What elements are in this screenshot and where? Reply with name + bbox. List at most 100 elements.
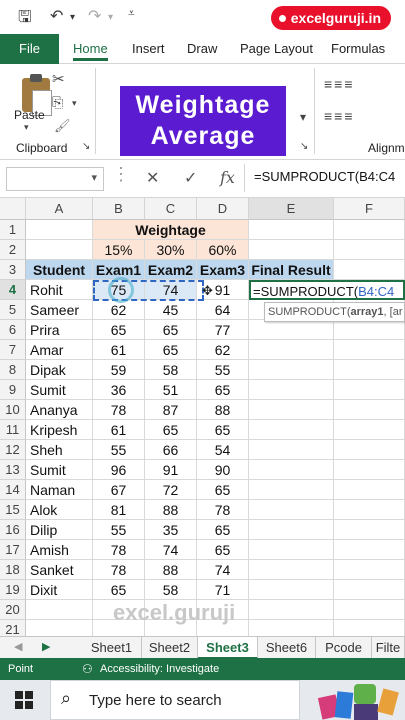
exam3-cell[interactable]: 90 (197, 460, 249, 480)
student-name-cell[interactable]: Dilip (26, 520, 93, 540)
exam2-cell[interactable]: 91 (145, 460, 197, 480)
grid-cell[interactable] (334, 320, 405, 340)
grid-cell[interactable] (249, 500, 334, 520)
grid-cell[interactable] (249, 340, 334, 360)
sheet-tab-sheet3[interactable]: Sheet3 (198, 637, 258, 659)
tab-draw[interactable]: Draw (187, 34, 217, 64)
accessibility-status[interactable]: Accessibility: Investigate (100, 658, 219, 680)
grid-cell[interactable] (249, 480, 334, 500)
exam1-cell[interactable]: 78 (93, 560, 145, 580)
tab-insert[interactable]: Insert (132, 34, 165, 64)
header-cell[interactable]: Exam2 (145, 260, 197, 280)
align-left-icons[interactable]: ≡≡≡ (324, 108, 355, 124)
exam2-cell[interactable]: 88 (145, 500, 197, 520)
grid-cell[interactable] (334, 560, 405, 580)
grid-cell[interactable] (334, 580, 405, 600)
row-header[interactable]: 2 (0, 240, 26, 260)
grid-cell[interactable] (249, 220, 334, 240)
grid-cell[interactable] (334, 500, 405, 520)
scroll-right-icon[interactable]: ▶ (42, 640, 50, 653)
exam1-cell[interactable]: 59 (93, 360, 145, 380)
exam1-cell[interactable]: 36 (93, 380, 145, 400)
row-header[interactable]: 16 (0, 520, 26, 540)
exam2-cell[interactable]: 87 (145, 400, 197, 420)
row-header[interactable]: 4 (0, 280, 26, 300)
column-header-b[interactable]: B (93, 198, 145, 220)
column-header-e[interactable]: E (249, 198, 334, 220)
row-header[interactable]: 7 (0, 340, 26, 360)
redo-dropdown-icon[interactable]: ▾ (108, 12, 113, 23)
grid-cell[interactable] (334, 220, 405, 240)
exam3-cell[interactable]: 77 (197, 320, 249, 340)
grid-cell[interactable] (334, 260, 405, 280)
select-all-corner[interactable] (0, 198, 26, 220)
exam3-cell[interactable]: 64 (197, 300, 249, 320)
student-name-cell[interactable]: Sheh (26, 440, 93, 460)
tab-page-layout[interactable]: Page Layout (240, 34, 313, 64)
exam3-cell[interactable]: 65 (197, 520, 249, 540)
column-header-a[interactable]: A (26, 198, 93, 220)
tab-home[interactable]: Home (73, 34, 108, 64)
name-box[interactable]: ▾ (6, 167, 104, 191)
exam1-cell[interactable]: 65 (93, 320, 145, 340)
grid-cell[interactable] (249, 240, 334, 260)
format-painter-icon[interactable]: 🖌 (54, 118, 71, 134)
grid-cell[interactable] (249, 360, 334, 380)
student-name-cell[interactable]: Dipak (26, 360, 93, 380)
row-header[interactable]: 10 (0, 400, 26, 420)
grid-cell[interactable] (334, 600, 405, 620)
exam1-cell[interactable]: 78 (93, 400, 145, 420)
copy-dropdown-icon[interactable]: ▾ (72, 98, 77, 109)
row-header[interactable]: 1 (0, 220, 26, 240)
row-header[interactable]: 9 (0, 380, 26, 400)
row-header[interactable]: 5 (0, 300, 26, 320)
exam2-cell[interactable]: 74 (145, 540, 197, 560)
grid-cell[interactable] (26, 240, 93, 260)
weight-cell[interactable]: 30% (145, 240, 197, 260)
student-name-cell[interactable]: Dixit (26, 580, 93, 600)
clipboard-launcher-icon[interactable]: ↘ (82, 141, 90, 152)
grid-cell[interactable] (334, 380, 405, 400)
student-name-cell[interactable]: Alok (26, 500, 93, 520)
grid-cell[interactable] (249, 440, 334, 460)
grid-cell[interactable] (249, 580, 334, 600)
font-group-launcher-icon[interactable]: ↘ (300, 141, 308, 152)
grid-cell[interactable] (334, 540, 405, 560)
row-header[interactable]: 20 (0, 600, 26, 620)
font-launcher-icon[interactable]: ▾ (300, 110, 306, 124)
column-header-c[interactable]: C (145, 198, 197, 220)
undo-dropdown-icon[interactable]: ▾ (70, 12, 75, 23)
undo-icon[interactable]: ↶ (50, 6, 63, 26)
student-name-cell[interactable]: Ananya (26, 400, 93, 420)
row-header[interactable]: 15 (0, 500, 26, 520)
exam3-cell[interactable]: 65 (197, 380, 249, 400)
exam3-cell[interactable]: 65 (197, 420, 249, 440)
formula-input[interactable]: =SUMPRODUCT(B4:C4 (254, 169, 395, 184)
cut-icon[interactable]: ✂ (52, 70, 65, 88)
grid-cell[interactable] (249, 380, 334, 400)
student-name-cell[interactable]: Sumit (26, 380, 93, 400)
student-name-cell[interactable]: Sameer (26, 300, 93, 320)
spreadsheet-grid[interactable]: A B C D E F 1 2 3 4 5 6 7 8 9 10 11 12 13 14 15 16 17 18 1… (0, 198, 405, 640)
row-header[interactable]: 13 (0, 460, 26, 480)
sheet-tab-sheet6[interactable]: Sheet6 (258, 637, 316, 659)
weight-cell[interactable]: 60% (197, 240, 249, 260)
insert-function-icon[interactable]: fx (220, 168, 235, 187)
grid-cell[interactable] (249, 460, 334, 480)
grid-cell[interactable] (334, 240, 405, 260)
grid-cell[interactable] (334, 440, 405, 460)
windows-start-icon[interactable] (15, 691, 33, 709)
exam2-cell[interactable]: 51 (145, 380, 197, 400)
redo-icon[interactable]: ↷ (88, 6, 101, 26)
exam2-cell[interactable]: 35 (145, 520, 197, 540)
header-cell[interactable]: Final Result (249, 260, 334, 280)
tab-file[interactable]: File (0, 34, 59, 64)
exam3-cell[interactable]: 65 (197, 480, 249, 500)
grid-cell[interactable] (249, 420, 334, 440)
exam1-cell[interactable]: 61 (93, 340, 145, 360)
grid-cell[interactable] (334, 460, 405, 480)
align-top-icons[interactable]: ≡≡≡ (324, 76, 355, 92)
row-header[interactable]: 17 (0, 540, 26, 560)
exam2-cell[interactable]: 65 (145, 420, 197, 440)
grid-cell[interactable] (334, 360, 405, 380)
